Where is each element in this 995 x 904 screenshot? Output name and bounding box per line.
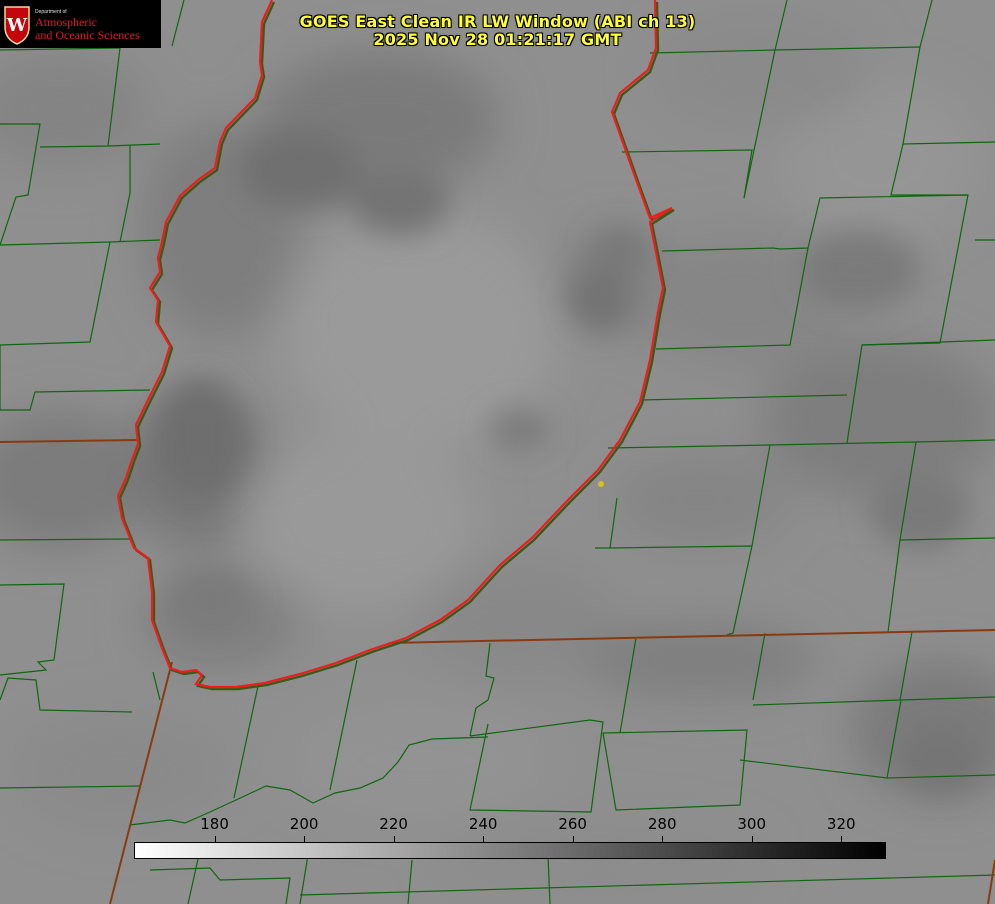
colorbar-tick-label: 220 (379, 815, 408, 833)
satellite-image: W Department of Atmospheric and Oceanic … (0, 0, 995, 904)
temperature-colorbar (134, 842, 886, 859)
colorbar-tick-label: 180 (200, 815, 229, 833)
image-timestamp: 2025 Nov 28 01:21:17 GMT (373, 30, 622, 49)
colorbar-tick-label: 260 (558, 815, 587, 833)
location-marker (598, 481, 604, 487)
colorbar-tick-label: 240 (468, 815, 498, 833)
map-layer (0, 0, 995, 904)
colorbar-tick-label: 280 (647, 815, 677, 833)
colorbar-tick-label: 200 (289, 815, 319, 833)
image-title: GOES East Clean IR LW Window (ABI ch 13) (299, 12, 696, 31)
colorbar-tick-label: 320 (826, 815, 856, 833)
colorbar-tick-label: 300 (737, 815, 767, 833)
